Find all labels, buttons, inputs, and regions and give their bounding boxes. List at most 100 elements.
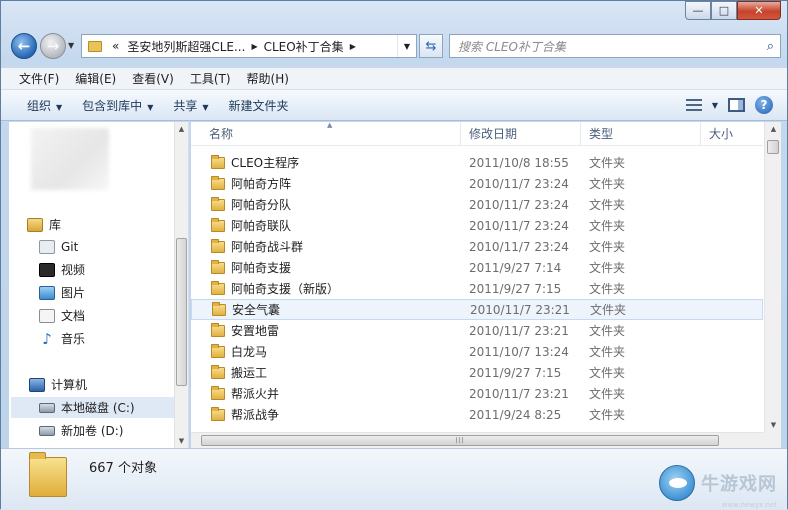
change-view-icon[interactable] xyxy=(685,99,702,111)
vertical-scroll-thumb[interactable] xyxy=(767,140,779,154)
file-type: 文件夹 xyxy=(589,282,626,296)
scroll-up-icon[interactable]: ▲ xyxy=(767,122,780,136)
maximize-button[interactable]: □ xyxy=(711,1,737,20)
table-row[interactable]: 搬运工 2011/9/27 7:15 文件夹 xyxy=(191,362,763,383)
file-date: 2011/10/7 13:24 xyxy=(469,344,569,359)
back-button[interactable]: ← xyxy=(11,33,37,59)
table-row[interactable]: CLEO主程序 2011/10/8 18:55 文件夹 xyxy=(191,152,763,173)
recent-pages-dropdown[interactable]: ▼ xyxy=(68,41,74,50)
file-date: 2011/10/8 18:55 xyxy=(469,155,569,170)
column-date[interactable]: 修改日期 xyxy=(461,122,581,145)
file-list: ▲ 名称 修改日期 类型 大小 CLEO主程序 2011/10/8 18:55 文件夹… xyxy=(191,121,781,448)
address-overflow[interactable]: « xyxy=(108,39,123,53)
file-type: 文件夹 xyxy=(589,345,626,359)
scroll-down-icon[interactable]: ▼ xyxy=(175,434,188,448)
table-row[interactable]: 安置地雷 2010/11/7 23:21 文件夹 xyxy=(191,320,763,341)
folder-icon xyxy=(211,259,225,274)
nav-scrollbar[interactable]: ▲ ▼ xyxy=(174,122,188,448)
table-row[interactable]: 阿帕奇方阵 2010/11/7 23:24 文件夹 xyxy=(191,173,763,194)
table-row[interactable]: 阿帕奇联队 2010/11/7 23:24 文件夹 xyxy=(191,215,763,236)
horizontal-scroll-thumb[interactable]: ||| xyxy=(201,435,719,446)
search-input[interactable]: 搜索 CLEO补丁合集 ⌕ xyxy=(449,34,781,58)
sidebar-item-music[interactable]: ♪ 音乐 xyxy=(39,328,174,349)
file-type: 文件夹 xyxy=(589,324,626,338)
file-type: 文件夹 xyxy=(589,156,626,170)
sidebar-item-computer[interactable]: 计算机 xyxy=(29,374,174,395)
table-row[interactable]: 白龙马 2011/10/7 13:24 文件夹 xyxy=(191,341,763,362)
share-label: 共享 xyxy=(173,98,198,113)
sort-ascending-icon: ▲ xyxy=(327,121,333,129)
new-folder-button[interactable]: 新建文件夹 xyxy=(219,97,299,114)
file-date: 2011/9/27 7:15 xyxy=(469,281,562,296)
menu-view[interactable]: 查看(V) xyxy=(124,70,182,87)
sidebar-item-git[interactable]: Git xyxy=(39,236,174,257)
table-row[interactable]: 阿帕奇分队 2010/11/7 23:24 文件夹 xyxy=(191,194,763,215)
folder-icon xyxy=(211,343,225,358)
close-button[interactable]: ✕ xyxy=(737,1,781,20)
breadcrumb-arrow-icon[interactable]: ▶ xyxy=(249,42,259,51)
forward-button[interactable]: → xyxy=(40,33,66,59)
refresh-icon: ⇆ xyxy=(425,38,437,54)
folder-icon xyxy=(211,406,225,421)
sidebar-item-label: 库 xyxy=(49,218,62,232)
menu-help[interactable]: 帮助(H) xyxy=(239,70,297,87)
sidebar-item-label: 本地磁盘 (C:) xyxy=(61,401,135,415)
sidebar-item-new-volume[interactable]: 新加卷 (D:) xyxy=(39,420,174,441)
refresh-button[interactable]: ⇆ xyxy=(419,34,443,58)
preview-pane-icon[interactable] xyxy=(728,98,745,112)
file-date: 2011/9/24 8:25 xyxy=(469,407,562,422)
folder-icon xyxy=(211,385,225,400)
help-icon[interactable]: ? xyxy=(755,96,773,114)
address-bar[interactable]: « 圣安地列斯超强CLE... ▶ CLEO补丁合集 ▶ ▼ xyxy=(81,34,417,58)
file-name: 帮派战争 xyxy=(231,408,280,422)
breadcrumb-parent[interactable]: 圣安地列斯超强CLE... xyxy=(123,38,249,55)
breadcrumb-current[interactable]: CLEO补丁合集 xyxy=(260,38,348,55)
git-library-icon xyxy=(39,239,55,254)
view-options-dropdown[interactable]: ▼ xyxy=(712,101,718,110)
sidebar-item-pictures[interactable]: 图片 xyxy=(39,282,174,303)
nav-scroll-thumb[interactable] xyxy=(176,238,187,386)
column-type[interactable]: 类型 xyxy=(581,122,701,145)
table-row[interactable]: 帮派战争 2011/9/24 8:25 文件夹 xyxy=(191,404,763,425)
sidebar-item-video[interactable]: 视频 xyxy=(39,259,174,280)
navigation-pane: 库 Git 视频 图片 文档 ♪ 音乐 计算机 本地磁盘 (C:) 新加卷 (D:… xyxy=(9,122,189,448)
file-name: 帮派火并 xyxy=(231,387,280,401)
breadcrumb-arrow-icon[interactable]: ▶ xyxy=(348,42,358,51)
documents-icon xyxy=(39,308,55,323)
table-row[interactable]: 帮派火并 2010/11/7 23:21 文件夹 xyxy=(191,383,763,404)
table-row[interactable]: 阿帕奇支援（新版） 2011/9/27 7:15 文件夹 xyxy=(191,278,763,299)
command-bar: 组织 ▼ 包含到库中 ▼ 共享 ▼ 新建文件夹 ▼ ? xyxy=(1,89,787,121)
vertical-scrollbar[interactable]: ▲ ▼ xyxy=(764,122,781,432)
column-size[interactable]: 大小 xyxy=(701,122,763,145)
sidebar-item-label: 新加卷 (D:) xyxy=(61,424,124,438)
address-row: ← → ▼ « 圣安地列斯超强CLE... ▶ CLEO补丁合集 ▶ ▼ ⇆ 搜… xyxy=(9,31,781,61)
table-row-hovered[interactable]: 安全气囊 2010/11/7 23:21 文件夹 xyxy=(191,299,763,320)
sidebar-item-library[interactable]: 库 xyxy=(27,214,174,235)
file-type: 文件夹 xyxy=(589,408,626,422)
sidebar-item-local-disk[interactable]: 本地磁盘 (C:) xyxy=(11,397,174,418)
file-name: 安全气囊 xyxy=(232,303,281,317)
chevron-down-icon: ▼ xyxy=(56,102,63,112)
column-name[interactable]: ▲ 名称 xyxy=(191,121,461,145)
file-type: 文件夹 xyxy=(589,366,626,380)
share-button[interactable]: 共享 ▼ xyxy=(163,97,218,114)
scroll-down-icon[interactable]: ▼ xyxy=(767,418,780,432)
search-placeholder: 搜索 CLEO补丁合集 xyxy=(458,39,566,54)
drive-icon xyxy=(39,402,55,413)
table-row[interactable]: 阿帕奇支援 2011/9/27 7:14 文件夹 xyxy=(191,257,763,278)
include-library-button[interactable]: 包含到库中 ▼ xyxy=(72,97,163,114)
address-dropdown[interactable]: ▼ xyxy=(396,35,416,57)
search-icon[interactable]: ⌕ xyxy=(767,39,774,54)
menu-edit[interactable]: 编辑(E) xyxy=(67,70,124,87)
scroll-up-icon[interactable]: ▲ xyxy=(175,122,188,136)
minimize-button[interactable]: — xyxy=(685,1,711,20)
folder-icon xyxy=(211,154,225,169)
sidebar-item-documents[interactable]: 文档 xyxy=(39,305,174,326)
organize-button[interactable]: 组织 ▼ xyxy=(17,97,72,114)
menu-file[interactable]: 文件(F) xyxy=(11,70,67,87)
table-row[interactable]: 阿帕奇战斗群 2010/11/7 23:24 文件夹 xyxy=(191,236,763,257)
music-note-icon: ♪ xyxy=(42,329,52,348)
menu-tools[interactable]: 工具(T) xyxy=(182,70,239,87)
file-name: 阿帕奇支援（新版） xyxy=(231,282,340,296)
horizontal-scrollbar[interactable]: ||| xyxy=(191,432,763,448)
